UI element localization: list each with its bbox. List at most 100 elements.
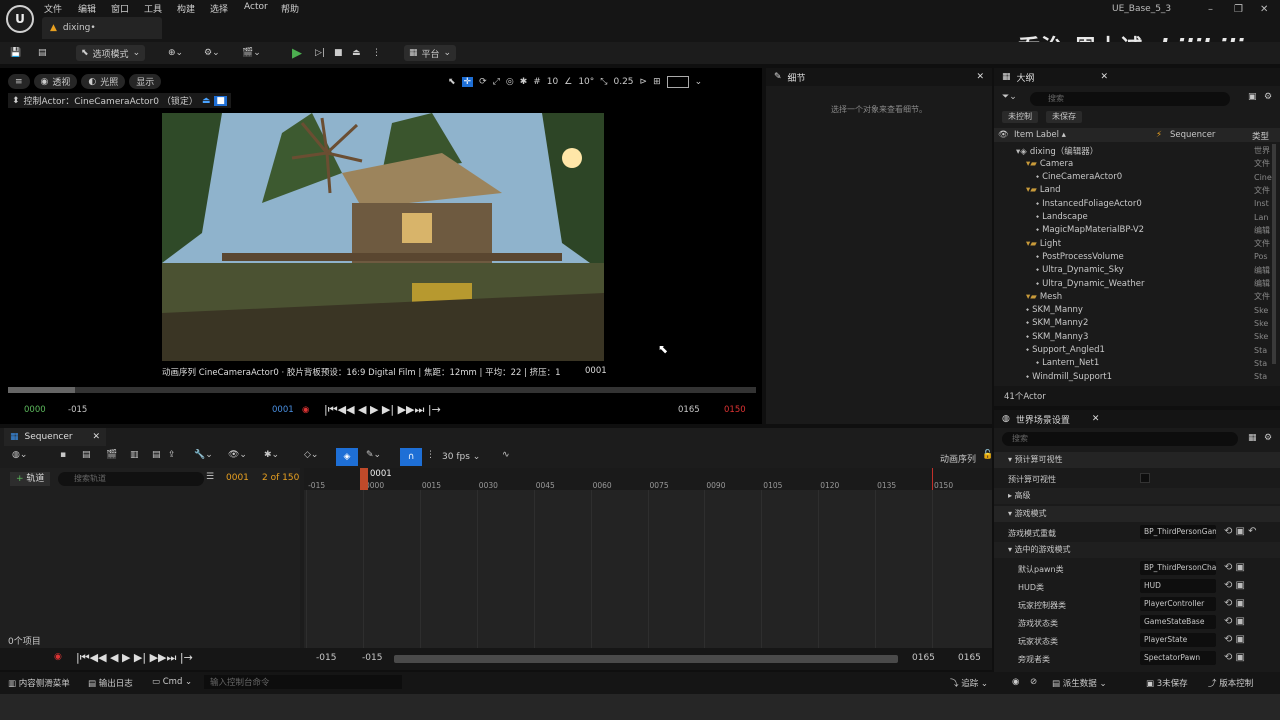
snap-options-icon[interactable]: ⋮: [426, 450, 435, 460]
keyframe-icon[interactable]: ◇⌄: [304, 450, 318, 460]
add-actor-icon[interactable]: ⊕⌄: [168, 45, 183, 61]
section-precomputed[interactable]: ▾ 预计算可视性: [994, 452, 1280, 468]
mode-dropdown[interactable]: ⬉ 选项模式 ⌄: [76, 45, 146, 61]
add-track-button[interactable]: + 轨道: [10, 472, 51, 486]
current-frame[interactable]: 0001: [226, 473, 249, 483]
menu-file[interactable]: 文件: [44, 2, 62, 15]
track-search-input[interactable]: 搜索轨道: [58, 472, 204, 486]
world-settings-search[interactable]: 搜索: [1002, 432, 1238, 446]
camera-cut-icon[interactable]: ▥: [130, 450, 139, 460]
section-selected-game-mode[interactable]: ▾ 选中的游戏模式: [994, 542, 1280, 558]
surface-snap-icon[interactable]: ✱: [520, 77, 528, 87]
outliner-row[interactable]: ⬩ Ultra_Dynamic_Sky 编辑: [994, 264, 1272, 277]
record-icon[interactable]: ◉: [54, 652, 62, 662]
browse-icons[interactable]: ⟲ ▣: [1224, 616, 1245, 627]
scale-tool-icon[interactable]: ⤢: [493, 77, 500, 87]
menu-edit[interactable]: 编辑: [78, 2, 96, 15]
settings-icon[interactable]: ⚙: [1264, 92, 1272, 102]
world-local-icon[interactable]: ◎: [506, 77, 514, 87]
col-item-label[interactable]: Item Label ▴: [1014, 130, 1066, 140]
filter-icon[interactable]: ⏷⌄: [1002, 92, 1017, 102]
actions-icon[interactable]: ✱⌄: [264, 450, 279, 460]
world-menu-icon[interactable]: ◍⌄: [12, 450, 27, 460]
precomputed-checkbox[interactable]: [1140, 473, 1150, 483]
browse-icons[interactable]: ⟲ ▣: [1224, 598, 1245, 609]
outliner-row[interactable]: ▾▰ Land 文件: [994, 184, 1272, 197]
outliner-row[interactable]: ⬩ Windmill_Support1 Sta: [994, 370, 1272, 383]
browse-icons[interactable]: ⟲ ▣: [1224, 652, 1245, 663]
timeline-area[interactable]: -015 0000 0015 0030 0045 0060 0075 0090 0105 0120…: [304, 468, 992, 648]
browse-icons[interactable]: ⟲ ▣: [1224, 634, 1245, 645]
auto-key-icon[interactable]: ◈: [336, 448, 358, 466]
playhead-handle[interactable]: [360, 468, 368, 490]
close-icon[interactable]: ✕: [1092, 414, 1100, 424]
snap-icon[interactable]: ∩: [400, 448, 422, 466]
record-icon[interactable]: ◉: [302, 405, 309, 415]
prop-value-dropdown[interactable]: BP_ThirdPersonGameMode: [1140, 525, 1216, 539]
col-type[interactable]: 类型: [1252, 130, 1269, 142]
level-viewport[interactable]: ≡ ◉ 透视 ◐ 光照 显示 ⬍ 控制Actor：CineCameraActor0 …: [0, 68, 762, 424]
sequencer-tab[interactable]: ▦ Sequencer ✕: [4, 428, 106, 446]
outliner-tab[interactable]: ▦ 大纲 ✕: [994, 68, 1280, 86]
filter-icon[interactable]: ☰: [206, 472, 214, 482]
edit-mode-icon[interactable]: ✎⌄: [366, 450, 381, 460]
outliner-row[interactable]: ▾▰ Mesh 文件: [994, 290, 1272, 303]
revision-icon[interactable]: ⊘: [1030, 677, 1037, 687]
prop-value-dropdown[interactable]: BP_ThirdPersonCharacter: [1140, 561, 1216, 575]
layout-icon[interactable]: [666, 76, 689, 88]
prop-value-dropdown[interactable]: GameStateBase: [1140, 615, 1216, 629]
camera-speed-icon[interactable]: ⊳: [640, 77, 648, 87]
browse-reset-icons[interactable]: ⟲ ▣ ↶: [1224, 526, 1257, 537]
section-advanced[interactable]: ▸ 高级: [994, 488, 1280, 504]
time-ruler[interactable]: -015 0000 0015 0030 0045 0060 0075 0090 0105 0120…: [304, 468, 992, 490]
outliner-row[interactable]: ▾◈ dixing（编辑器） 世界: [994, 144, 1272, 157]
menu-tools[interactable]: 工具: [144, 2, 162, 15]
output-log-button[interactable]: ▤ 输出日志: [88, 677, 133, 689]
outliner-row[interactable]: ⬩ PostProcessVolume Pos: [994, 250, 1272, 263]
grid-size[interactable]: 10: [547, 77, 558, 87]
playback-options-icon[interactable]: ▤: [152, 450, 161, 460]
cinematics-icon[interactable]: 🎬⌄: [242, 45, 261, 61]
outliner-row[interactable]: ⬩ SKM_Manny3 Ske: [994, 330, 1272, 343]
add-folder-icon[interactable]: ▣: [1248, 92, 1257, 102]
filter-chip-uncontrolled[interactable]: 未控制: [1002, 111, 1038, 123]
prop-value-dropdown[interactable]: SpectatorPawn: [1140, 651, 1216, 665]
browse-icons[interactable]: ⟲ ▣: [1224, 562, 1245, 573]
view-options-icon[interactable]: 👁⌄: [228, 450, 247, 460]
transport-controls[interactable]: |⏮◀◀ ◀ ▶ ▶| ▶▶⏭ |→: [324, 403, 441, 417]
outliner-row[interactable]: ⬩ Support_Angled1 Sta: [994, 344, 1272, 357]
scale-snap-icon[interactable]: ⤡: [600, 77, 607, 87]
eject-pilot-icon[interactable]: ⏏: [202, 96, 211, 106]
close-icon[interactable]: ✕: [976, 72, 984, 82]
derived-data-button[interactable]: ▤ 派生数据 ⌄: [1052, 677, 1107, 689]
outliner-scrollbar[interactable]: [1272, 144, 1276, 364]
prop-value-dropdown[interactable]: HUD: [1140, 579, 1216, 593]
viewport-playback-bar[interactable]: [8, 387, 756, 393]
filter-chip-unsaved[interactable]: 未保存: [1046, 111, 1082, 123]
col-sequencer[interactable]: Sequencer: [1170, 130, 1215, 140]
viewport-menu-button[interactable]: ≡: [8, 74, 30, 89]
select-tool-icon[interactable]: ⬉: [448, 77, 456, 87]
maximize-viewport-icon[interactable]: ⊞: [653, 77, 661, 87]
camera-preview-icon[interactable]: ■: [214, 95, 227, 106]
menu-window[interactable]: 窗口: [111, 2, 129, 15]
scale-snap[interactable]: 0.25: [613, 77, 633, 87]
fps-dropdown[interactable]: 30 fps ⌄: [442, 452, 480, 462]
outliner-row[interactable]: ⬩ Landscape Lan: [994, 211, 1272, 224]
cmd-dropdown[interactable]: ▭ Cmd ⌄: [152, 677, 192, 687]
outliner-search-input[interactable]: 搜索: [1030, 92, 1230, 106]
outliner-row[interactable]: ⬩ CineCameraActor0 Cine: [994, 171, 1272, 184]
rotate-tool-icon[interactable]: ⟳: [479, 77, 487, 87]
minimize-icon[interactable]: –: [1208, 4, 1213, 15]
perspective-button[interactable]: ◉ 透视: [33, 74, 78, 89]
outliner-row[interactable]: ⬩ SKM_Manny2 Ske: [994, 317, 1272, 330]
outliner-row[interactable]: ⬩ Ultra_Dynamic_Weather 编辑: [994, 277, 1272, 290]
level-tab[interactable]: ▲ dixing•: [42, 17, 162, 39]
table-view-icon[interactable]: ▦: [1248, 433, 1257, 443]
save-icon[interactable]: ▪: [60, 450, 66, 460]
prop-value-dropdown[interactable]: PlayerState: [1140, 633, 1216, 647]
curve-editor-icon[interactable]: ∿: [502, 450, 510, 460]
play-icon[interactable]: ▶: [292, 45, 302, 61]
outliner-row[interactable]: ▾▰ Camera 文件: [994, 157, 1272, 170]
unsaved-button[interactable]: ▣ 3未保存: [1146, 677, 1188, 689]
